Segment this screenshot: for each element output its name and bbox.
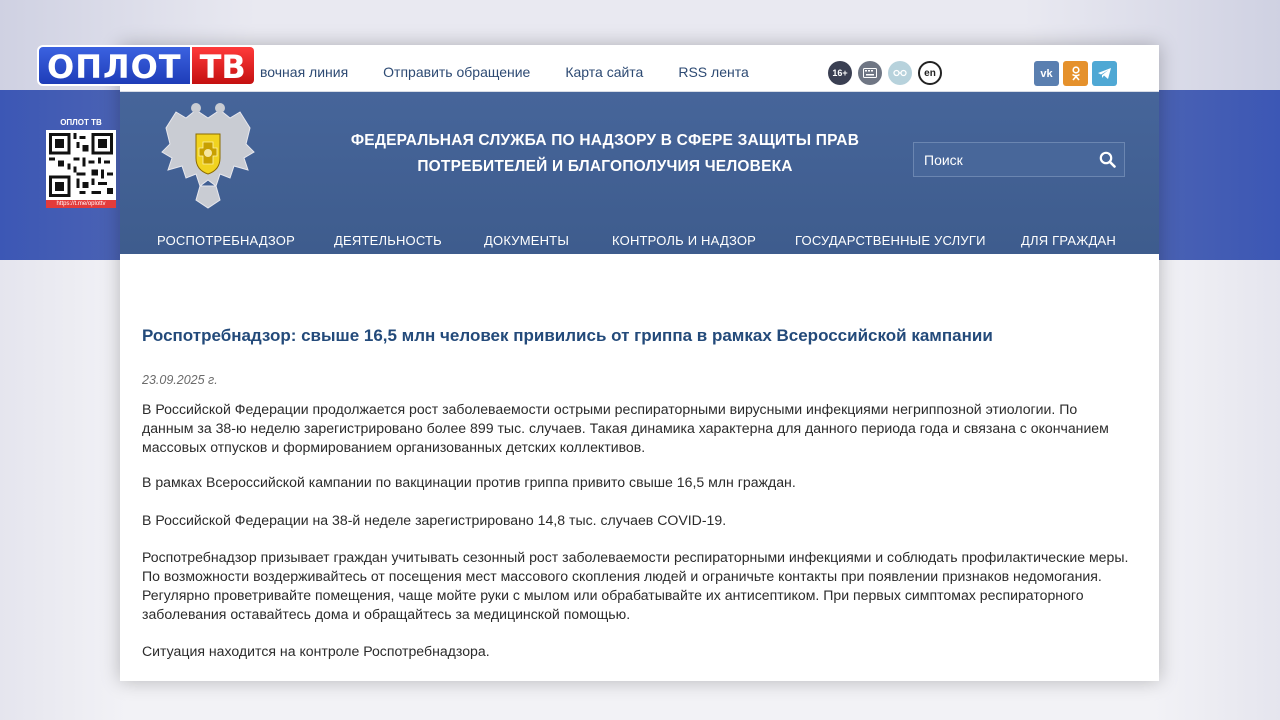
logo-tv: ТВ — [191, 45, 256, 86]
odnoklassniki-icon[interactable] — [1063, 61, 1088, 86]
search-input[interactable]: Поиск — [924, 152, 1090, 168]
qr-code-block: ОПЛОТ ТВ https://t.me/oplottv — [46, 118, 116, 213]
top-links: вочная линия Отправить обращение Карта с… — [260, 64, 749, 80]
web-page: вочная линия Отправить обращение Карта с… — [120, 45, 1159, 681]
nav-item-public-services[interactable]: ГОСУДАРСТВЕННЫЕ УСЛУГИ — [795, 233, 986, 248]
search-icon[interactable] — [1090, 143, 1124, 176]
top-link-send-appeal[interactable]: Отправить обращение — [383, 64, 530, 80]
social-icons: vk — [1034, 61, 1117, 86]
article-line: По возможности воздерживайтесь от посеще… — [142, 568, 1102, 584]
article-paragraph-4: Роспотребнадзор призывает граждан учитыв… — [142, 548, 1157, 624]
site-header: ФЕДЕРАЛЬНАЯ СЛУЖБА ПО НАДЗОРУ В СФЕРЕ ЗА… — [120, 92, 1159, 254]
nav-item-documents[interactable]: ДОКУМЕНТЫ — [484, 233, 569, 248]
qr-caption: ОПЛОТ ТВ — [60, 118, 102, 127]
article-line: данным за 38-ю неделю зарегистрировано б… — [142, 420, 1109, 436]
age-rating-icon: 16+ — [828, 61, 852, 85]
keyboard-icon[interactable] — [858, 61, 882, 85]
article-line: Регулярно проветривайте помещения, чаще … — [142, 587, 1084, 603]
search-box[interactable]: Поиск — [913, 142, 1125, 177]
nav-item-control-supervision[interactable]: КОНТРОЛЬ И НАДЗОР — [612, 233, 756, 248]
nav-item-activity[interactable]: ДЕЯТЕЛЬНОСТЬ — [334, 233, 442, 248]
qr-url: https://t.me/oplottv — [46, 200, 116, 208]
top-bar: вочная линия Отправить обращение Карта с… — [120, 45, 1159, 92]
visually-impaired-icon[interactable] — [888, 61, 912, 85]
background-right — [1155, 90, 1280, 260]
article-line: заболевания оставайтесь дома и обращайте… — [142, 606, 631, 622]
qr-code-icon — [46, 130, 116, 200]
vk-icon[interactable]: vk — [1034, 61, 1059, 86]
agency-title-line1: ФЕДЕРАЛЬНАЯ СЛУЖБА ПО НАДЗОРУ В СФЕРЕ ЗА… — [350, 132, 860, 149]
top-link-rss[interactable]: RSS лента — [678, 64, 748, 80]
article-paragraph-3: В Российской Федерации на 38-й неделе за… — [142, 512, 727, 528]
main-nav: РОСПОТРЕБНАДЗОР ДЕЯТЕЛЬНОСТЬ ДОКУМЕНТЫ К… — [120, 228, 1159, 254]
agency-title-line2: ПОТРЕБИТЕЛЕЙ И БЛАГОПОЛУЧИЯ ЧЕЛОВЕКА — [417, 158, 793, 175]
article-paragraph-1: В Российской Федерации продолжается рост… — [142, 400, 1157, 457]
agency-title: ФЕДЕРАЛЬНАЯ СЛУЖБА ПО НАДЗОРУ В СФЕРЕ ЗА… — [350, 128, 860, 180]
article-line: В Российской Федерации продолжается рост… — [142, 401, 1078, 417]
coat-of-arms-logo[interactable] — [156, 100, 260, 212]
article-line: массовых отпусков и формированием органи… — [142, 439, 646, 455]
accessibility-icons: 16+ en — [828, 61, 942, 85]
top-link-hotline[interactable]: вочная линия — [260, 64, 348, 80]
logo-oplot: ОПЛОТ — [37, 45, 192, 86]
telegram-icon[interactable] — [1092, 61, 1117, 86]
article-date: 23.09.2025 г. — [142, 373, 218, 387]
language-en-icon[interactable]: en — [918, 61, 942, 85]
oplot-tv-logo: ОПЛОТ ТВ — [37, 45, 256, 86]
nav-item-for-citizens[interactable]: ДЛЯ ГРАЖДАН — [1021, 233, 1116, 248]
article-paragraph-5: Ситуация находится на контроле Роспотреб… — [142, 643, 490, 659]
nav-item-rospotrebnadzor[interactable]: РОСПОТРЕБНАДЗОР — [157, 233, 295, 248]
top-link-sitemap[interactable]: Карта сайта — [565, 64, 643, 80]
article-title: Роспотребнадзор: свыше 16,5 млн человек … — [142, 326, 993, 345]
article-paragraph-2: В рамках Всероссийской кампании по вакци… — [142, 474, 796, 490]
article-line: Роспотребнадзор призывает граждан учитыв… — [142, 549, 1129, 565]
